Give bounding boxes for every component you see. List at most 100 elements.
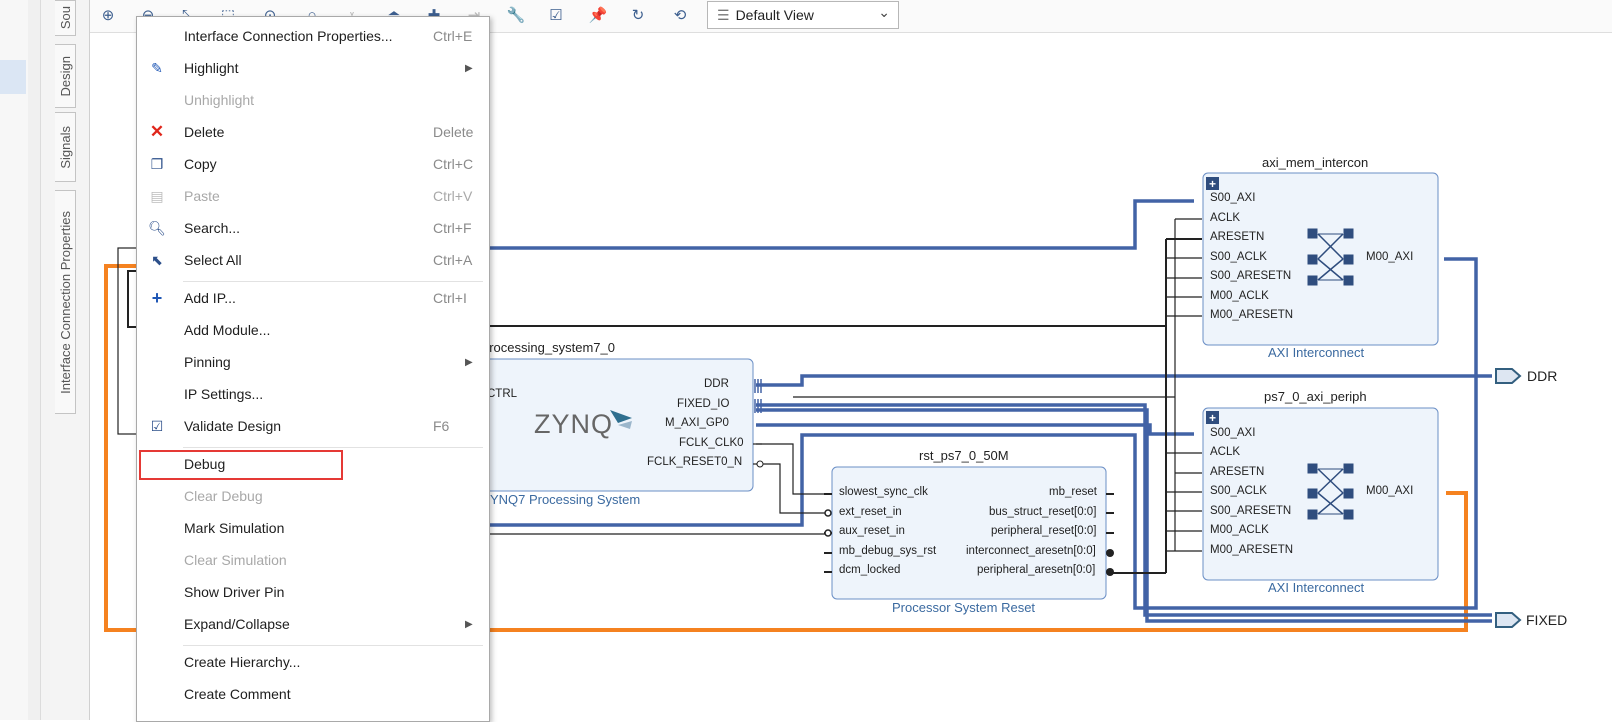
menu-label: Search...	[184, 220, 241, 236]
menu-item-highlight[interactable]: ✎ Highlight ▶	[137, 53, 489, 83]
rst-block-caption: Processor System Reset	[892, 600, 1036, 615]
validate-icon: ☑	[150, 417, 164, 434]
external-port-ddr[interactable]: DDR	[1527, 368, 1557, 384]
rst-port-peripheral-reset: peripheral_reset[0:0]	[991, 525, 1097, 537]
ps-port-ddr: DDR	[704, 378, 729, 390]
sources-selection[interactable]	[0, 60, 26, 94]
menu-item-debug[interactable]: Debug	[137, 449, 489, 480]
periph-port-s00-aresetn: S00_ARESETN	[1210, 505, 1292, 517]
sources-pane	[0, 0, 28, 720]
ps-port-ctrl: CTRL	[487, 388, 518, 400]
menu-shortcut: Ctrl+F	[433, 220, 472, 236]
menu-item-clear-simulation[interactable]: Clear Simulation	[137, 545, 489, 575]
debug-highlight-box	[139, 450, 343, 480]
refresh-icon[interactable]: ↻	[626, 4, 650, 26]
properties-icon[interactable]: 🔧	[504, 4, 528, 26]
menu-item-copy[interactable]: ❐ Copy Ctrl+C	[137, 149, 489, 179]
menu-item-create-hierarchy[interactable]: Create Hierarchy...	[137, 647, 489, 677]
menu-label: Interface Connection Properties...	[184, 28, 393, 44]
tab-sources[interactable]: Sou	[55, 0, 76, 36]
validate-icon[interactable]: ☑	[544, 4, 568, 26]
rst-port-interconnect-aresetn: interconnect_aresetn[0:0]	[966, 545, 1096, 557]
menu-label: Unhighlight	[184, 92, 255, 108]
mem-port-s00-axi: S00_AXI	[1210, 192, 1256, 204]
menu-label: Debug	[184, 456, 226, 472]
mem-port-s00-aclk: S00_ACLK	[1210, 251, 1267, 263]
periph-port-aclk: ACLK	[1210, 446, 1241, 458]
tab-sources-label: Sou	[57, 6, 73, 30]
menu-label: Clear Debug	[184, 488, 263, 504]
ps-port-fclk-reset0-n: FCLK_RESET0_N	[647, 456, 743, 468]
menu-item-select-all[interactable]: ⬉ Select All Ctrl+A	[137, 245, 489, 275]
ps-port-fixed-io: FIXED_IO	[677, 398, 730, 410]
zoom-in-icon[interactable]: ⊕	[96, 4, 120, 26]
periph-intercon-caption: AXI Interconnect	[1268, 580, 1365, 595]
menu-item-pinning[interactable]: Pinning ▶	[137, 347, 489, 377]
submenu-arrow-icon: ▶	[465, 62, 473, 74]
vertical-scrollbar[interactable]	[28, 0, 66, 720]
rst-port-dcm-locked: dcm_locked	[839, 564, 901, 576]
periph-port-m00-aclk: M00_ACLK	[1210, 524, 1269, 536]
menu-item-mark-simulation[interactable]: Mark Simulation	[137, 513, 489, 543]
periph-port-m00-axi: M00_AXI	[1366, 485, 1414, 497]
menu-label: Validate Design	[184, 418, 282, 434]
menu-item-validate-design[interactable]: ☑ Validate Design F6	[137, 411, 489, 441]
menu-item-add-module[interactable]: Add Module...	[137, 315, 489, 345]
svg-text:+: +	[1209, 177, 1216, 191]
menu-item-expand-collapse[interactable]: Expand/Collapse ▶	[137, 609, 489, 639]
tab-design[interactable]: Design	[55, 44, 76, 108]
menu-label: Delete	[184, 124, 225, 140]
menu-label: Highlight	[184, 60, 239, 76]
view-list-icon: ☰	[717, 6, 730, 23]
ps-port-m-axi-gp0: M_AXI_GP0	[665, 417, 729, 429]
menu-label: Create Hierarchy...	[184, 654, 301, 670]
menu-item-create-comment[interactable]: Create Comment	[137, 679, 489, 709]
menu-item-unhighlight[interactable]: Unhighlight	[137, 85, 489, 115]
menu-label: Copy	[184, 156, 217, 172]
menu-item-interface-connection-properties[interactable]: Interface Connection Properties... Ctrl+…	[137, 21, 489, 51]
rst-port-mb-debug-sys-rst: mb_debug_sys_rst	[839, 545, 937, 557]
ps-block-name: processing_system7_0	[482, 340, 615, 355]
rst-port-peripheral-aresetn: peripheral_aresetn[0:0]	[977, 564, 1096, 576]
tab-interface-connection-properties[interactable]: Interface Connection Properties	[55, 190, 76, 414]
submenu-arrow-icon: ▶	[465, 356, 473, 368]
ps-port-fclk-clk0: FCLK_CLK0	[679, 437, 744, 449]
menu-separator	[183, 645, 483, 646]
menu-shortcut: Ctrl+I	[433, 290, 467, 306]
zynq-logo: ZYNQ	[534, 409, 614, 439]
menu-label: Mark Simulation	[184, 520, 285, 536]
side-tab-strip: Sou Design Signals Interface Connection …	[41, 0, 90, 720]
mem-intercon-name: axi_mem_intercon	[1262, 155, 1369, 170]
mem-port-m00-axi: M00_AXI	[1366, 251, 1414, 263]
menu-label: Clear Simulation	[184, 552, 287, 568]
menu-item-show-driver-pin[interactable]: Show Driver Pin	[137, 577, 489, 607]
tab-signals[interactable]: Signals	[55, 112, 76, 182]
mem-port-aresetn: ARESETN	[1210, 231, 1265, 243]
menu-item-add-ip[interactable]: + Add IP... Ctrl+I	[137, 283, 489, 313]
view-select[interactable]: ☰ Default View ⌄	[707, 1, 899, 29]
rst-port-mb-reset: mb_reset	[1049, 486, 1097, 498]
external-port-fixed[interactable]: FIXED	[1526, 612, 1567, 628]
delete-icon: ✕	[149, 122, 165, 141]
paste-icon: ▤	[150, 187, 164, 204]
view-select-value: Default View	[735, 7, 814, 23]
periph-port-s00-axi: S00_AXI	[1210, 427, 1256, 439]
tab-signals-label: Signals	[57, 125, 73, 169]
menu-item-paste[interactable]: ▤ Paste Ctrl+V	[137, 181, 489, 211]
mem-port-m00-aclk: M00_ACLK	[1210, 290, 1269, 302]
mem-intercon-caption: AXI Interconnect	[1268, 345, 1365, 360]
copy-icon: ❐	[150, 155, 164, 172]
menu-label: Select All	[184, 252, 242, 268]
rst-port-slowest-sync-clk: slowest_sync_clk	[839, 486, 928, 498]
menu-item-search[interactable]: 🔍︎ Search... Ctrl+F	[137, 213, 489, 243]
mem-port-aclk: ACLK	[1210, 212, 1241, 224]
regenerate-layout-icon[interactable]: ⟲	[668, 4, 692, 26]
pin-icon[interactable]: 📌	[586, 4, 610, 26]
menu-shortcut: Delete	[433, 124, 474, 140]
menu-item-ip-settings[interactable]: IP Settings...	[137, 379, 489, 409]
periph-port-aresetn: ARESETN	[1210, 466, 1265, 478]
menu-item-delete[interactable]: ✕ Delete Delete	[137, 117, 489, 147]
menu-item-clear-debug[interactable]: Clear Debug	[137, 481, 489, 511]
rst-port-ext-reset-in: ext_reset_in	[839, 506, 902, 518]
menu-label: Add IP...	[184, 290, 236, 306]
